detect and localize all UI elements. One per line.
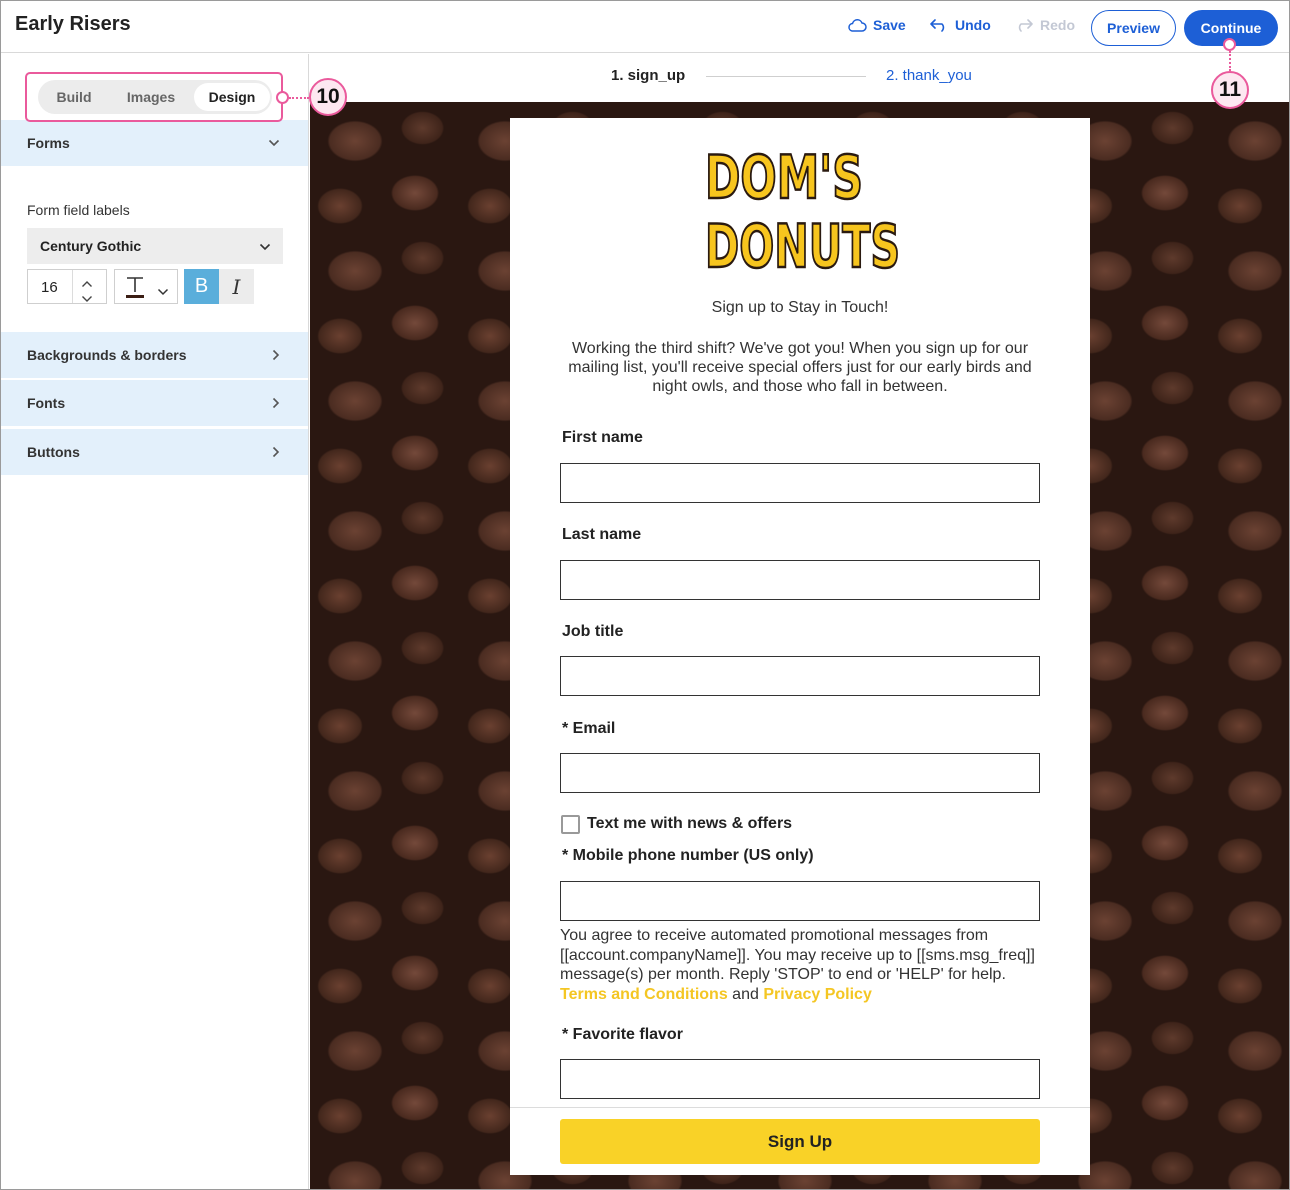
- step-sign-up[interactable]: 1. sign_up: [611, 67, 685, 84]
- buttons-section-header[interactable]: Buttons: [1, 429, 308, 475]
- job-title-label: Job title: [562, 623, 624, 640]
- save-label: Save: [873, 17, 906, 33]
- forms-section-header[interactable]: Forms: [1, 120, 308, 166]
- first-name-input[interactable]: [560, 463, 1040, 503]
- text-color-picker[interactable]: [114, 269, 178, 304]
- form-heading: Sign up to Stay in Touch!: [711, 299, 889, 316]
- mobile-phone-input[interactable]: [560, 881, 1040, 921]
- step-connector: [706, 76, 866, 77]
- stepper-divider: [72, 270, 73, 303]
- chevron-down-icon[interactable]: [81, 290, 93, 308]
- logo-line-2: DONUTS: [705, 212, 900, 275]
- first-name-label: First name: [562, 429, 643, 446]
- bold-toggle[interactable]: B: [184, 269, 219, 304]
- font-size-stepper[interactable]: 16: [27, 269, 107, 304]
- mobile-phone-label: * Mobile phone number (US only): [562, 847, 814, 864]
- sms-consent-text: You agree to receive automated promotion…: [560, 926, 1044, 1004]
- buttons-section-label: Buttons: [27, 444, 80, 460]
- text-color-icon: [123, 274, 147, 305]
- step-thank-you[interactable]: 2. thank_you: [886, 67, 972, 84]
- chevron-down-icon: [259, 238, 271, 254]
- chevron-right-icon: [272, 397, 280, 409]
- tabs-callout-highlight: [25, 72, 283, 122]
- sms-opt-in-label: Text me with news & offers: [587, 815, 793, 832]
- privacy-link[interactable]: Privacy Policy: [763, 986, 872, 1003]
- favorite-flavor-label: * Favorite flavor: [562, 1026, 683, 1043]
- last-name-input[interactable]: [560, 560, 1040, 600]
- undo-icon: [929, 18, 949, 32]
- email-label: * Email: [562, 720, 616, 737]
- step-navigation: [310, 54, 1289, 102]
- logo-line-1: DOM'S: [705, 143, 863, 213]
- cloud-icon: [847, 18, 867, 32]
- callout-badge-10: 10: [309, 78, 347, 116]
- chevron-right-icon: [272, 349, 280, 361]
- email-input[interactable]: [560, 753, 1040, 793]
- consent-body: You agree to receive automated promotion…: [560, 927, 1035, 983]
- font-size-value: 16: [41, 279, 58, 296]
- signup-form-card: [510, 118, 1090, 1175]
- chevron-down-icon: [268, 139, 280, 147]
- redo-button[interactable]: Redo: [1014, 17, 1075, 33]
- backgrounds-section-label: Backgrounds & borders: [27, 347, 187, 363]
- undo-label: Undo: [955, 17, 991, 33]
- chevron-down-icon: [157, 283, 169, 301]
- form-footer-divider: [510, 1107, 1090, 1108]
- callout-badge-11: 11: [1211, 71, 1249, 109]
- undo-button[interactable]: Undo: [929, 17, 991, 33]
- fonts-section-label: Fonts: [27, 395, 66, 411]
- redo-label: Redo: [1040, 17, 1075, 33]
- save-button[interactable]: Save: [847, 17, 906, 33]
- form-title: Early Risers: [15, 13, 131, 35]
- backgrounds-borders-section-header[interactable]: Backgrounds & borders: [1, 332, 308, 378]
- preview-button[interactable]: Preview: [1091, 10, 1176, 46]
- tabs-callout-connector: [289, 97, 309, 99]
- last-name-label: Last name: [562, 526, 642, 543]
- sms-opt-in-checkbox[interactable]: [561, 815, 580, 834]
- consent-and: and: [732, 985, 759, 1003]
- font-family-value: Century Gothic: [40, 238, 142, 254]
- job-title-input[interactable]: [560, 656, 1040, 696]
- italic-toggle[interactable]: I: [219, 269, 254, 304]
- favorite-flavor-input[interactable]: [560, 1059, 1040, 1099]
- tabs-callout-anchor: [276, 91, 289, 104]
- redo-icon: [1014, 18, 1034, 32]
- form-intro-text: Working the third shift? We've got you! …: [568, 340, 1032, 395]
- doms-donuts-logo: DOM'S DONUTS: [704, 140, 905, 284]
- continue-callout-anchor: [1223, 38, 1236, 51]
- terms-link[interactable]: Terms and Conditions: [560, 986, 728, 1003]
- design-sidebar: Build Images Design Forms Form field lab…: [1, 54, 309, 1189]
- forms-section-label: Forms: [27, 135, 70, 151]
- top-toolbar: Early Risers Save Undo Redo Preview Cont…: [1, 1, 1289, 53]
- sign-up-button[interactable]: Sign Up: [560, 1119, 1040, 1164]
- chevron-right-icon: [272, 446, 280, 458]
- form-field-labels-title: Form field labels: [27, 202, 130, 218]
- fonts-section-header[interactable]: Fonts: [1, 380, 308, 426]
- font-family-select[interactable]: Century Gothic: [27, 228, 283, 264]
- continue-callout-connector: [1229, 51, 1231, 71]
